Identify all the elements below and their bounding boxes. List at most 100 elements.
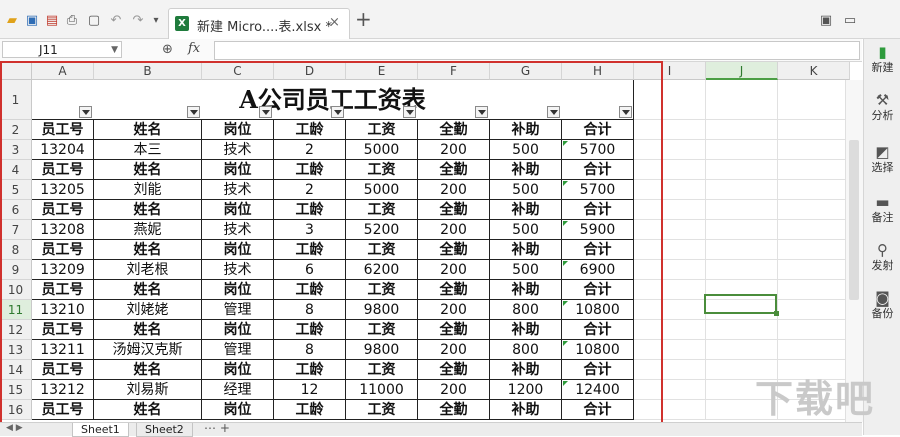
header-cell[interactable]: 岗位	[202, 360, 274, 380]
row-header-2[interactable]: 2	[0, 120, 32, 140]
data-cell[interactable]: 6	[274, 260, 346, 280]
data-cell[interactable]: 5000	[346, 140, 418, 160]
data-cell[interactable]: 技术	[202, 180, 274, 200]
redo-icon[interactable]: ↷	[130, 12, 146, 28]
data-cell[interactable]: 8	[274, 300, 346, 320]
data-cell[interactable]: 13205	[32, 180, 94, 200]
header-cell[interactable]: 员工号	[32, 240, 94, 260]
filter-dropdown-icon[interactable]	[259, 106, 272, 118]
header-cell[interactable]: 全勤	[418, 200, 490, 220]
header-cell[interactable]: 工龄	[274, 240, 346, 260]
close-tab-icon[interactable]: ×	[329, 15, 340, 30]
data-cell[interactable]: 200	[418, 340, 490, 360]
data-cell[interactable]: 200	[418, 220, 490, 240]
sidebar-item-analyze[interactable]: ⚒ 分析	[864, 91, 900, 123]
header-cell[interactable]: 工资	[346, 200, 418, 220]
header-cell[interactable]: 合计	[562, 160, 634, 180]
sidebar-item-select[interactable]: ◩ 选择	[864, 143, 900, 175]
data-cell[interactable]: 9800	[346, 300, 418, 320]
sidebar-item-note[interactable]: ▬ 备注	[864, 193, 900, 225]
data-cell[interactable]: 刘老根	[94, 260, 202, 280]
header-cell[interactable]: 工龄	[274, 400, 346, 420]
column-header-k[interactable]: K	[778, 62, 850, 80]
row-header-11[interactable]: 11	[0, 300, 32, 320]
row-header-16[interactable]: 16	[0, 400, 32, 420]
undo-icon[interactable]: ↶	[108, 12, 124, 28]
header-cell[interactable]: 工资	[346, 280, 418, 300]
export-pdf-icon[interactable]: ▤	[44, 12, 60, 28]
header-cell[interactable]: 工资	[346, 120, 418, 140]
header-cell[interactable]: 工资	[346, 400, 418, 420]
zoom-search-icon[interactable]: ⊕	[162, 42, 173, 57]
header-cell[interactable]: 员工号	[32, 160, 94, 180]
header-cell[interactable]: 姓名	[94, 400, 202, 420]
header-cell[interactable]: 岗位	[202, 400, 274, 420]
header-cell[interactable]: 工龄	[274, 320, 346, 340]
header-cell[interactable]: 全勤	[418, 360, 490, 380]
row-header-7[interactable]: 7	[0, 220, 32, 240]
header-cell[interactable]: 补助	[490, 160, 562, 180]
row-header-4[interactable]: 4	[0, 160, 32, 180]
row-header-8[interactable]: 8	[0, 240, 32, 260]
open-folder-icon[interactable]: ▰	[4, 12, 20, 28]
header-cell[interactable]: 补助	[490, 400, 562, 420]
row-header-12[interactable]: 12	[0, 320, 32, 340]
formula-input[interactable]	[214, 41, 860, 60]
header-cell[interactable]: 员工号	[32, 120, 94, 140]
header-cell[interactable]: 工龄	[274, 120, 346, 140]
data-cell[interactable]: 5900	[562, 220, 634, 240]
header-cell[interactable]: 补助	[490, 240, 562, 260]
column-header-j[interactable]: J	[706, 62, 778, 80]
header-cell[interactable]: 姓名	[94, 360, 202, 380]
data-cell[interactable]: 13212	[32, 380, 94, 400]
header-cell[interactable]: 姓名	[94, 120, 202, 140]
filter-dropdown-icon[interactable]	[331, 106, 344, 118]
header-cell[interactable]: 姓名	[94, 160, 202, 180]
data-cell[interactable]: 200	[418, 180, 490, 200]
header-cell[interactable]: 岗位	[202, 200, 274, 220]
header-cell[interactable]: 补助	[490, 320, 562, 340]
data-cell[interactable]: 11000	[346, 380, 418, 400]
row-header-1[interactable]: 1	[0, 80, 32, 120]
header-cell[interactable]: 岗位	[202, 120, 274, 140]
data-cell[interactable]: 经理	[202, 380, 274, 400]
scrollbar-thumb[interactable]	[849, 140, 859, 300]
data-cell[interactable]: 刘姥姥	[94, 300, 202, 320]
filter-dropdown-icon[interactable]	[79, 106, 92, 118]
chevron-down-icon[interactable]: ▼	[111, 42, 118, 59]
data-cell[interactable]: 13210	[32, 300, 94, 320]
header-cell[interactable]: 工资	[346, 160, 418, 180]
row-header-6[interactable]: 6	[0, 200, 32, 220]
data-cell[interactable]: 3	[274, 220, 346, 240]
save-icon[interactable]: ▣	[24, 12, 40, 28]
window-minimize-icon[interactable]: ▭	[842, 12, 858, 28]
data-cell[interactable]: 5700	[562, 140, 634, 160]
row-header-13[interactable]: 13	[0, 340, 32, 360]
data-cell[interactable]: 2	[274, 140, 346, 160]
header-cell[interactable]: 姓名	[94, 240, 202, 260]
data-cell[interactable]: 13211	[32, 340, 94, 360]
header-cell[interactable]: 员工号	[32, 400, 94, 420]
header-cell[interactable]: 工龄	[274, 360, 346, 380]
data-cell[interactable]: 10800	[562, 340, 634, 360]
data-cell[interactable]: 12	[274, 380, 346, 400]
header-cell[interactable]: 工资	[346, 240, 418, 260]
data-cell[interactable]: 200	[418, 140, 490, 160]
column-header-a[interactable]: A	[32, 62, 94, 80]
data-cell[interactable]: 500	[490, 260, 562, 280]
column-header-b[interactable]: B	[94, 62, 202, 80]
data-cell[interactable]: 本三	[94, 140, 202, 160]
data-cell[interactable]: 200	[418, 260, 490, 280]
column-header-e[interactable]: E	[346, 62, 418, 80]
header-cell[interactable]: 岗位	[202, 320, 274, 340]
header-cell[interactable]: 补助	[490, 200, 562, 220]
header-cell[interactable]: 合计	[562, 320, 634, 340]
row-header-10[interactable]: 10	[0, 280, 32, 300]
filter-dropdown-icon[interactable]	[403, 106, 416, 118]
data-cell[interactable]: 管理	[202, 340, 274, 360]
data-cell[interactable]: 200	[418, 380, 490, 400]
header-cell[interactable]: 工资	[346, 360, 418, 380]
filter-dropdown-icon[interactable]	[187, 106, 200, 118]
window-restore-icon[interactable]: ▣	[818, 12, 834, 28]
header-cell[interactable]: 全勤	[418, 280, 490, 300]
